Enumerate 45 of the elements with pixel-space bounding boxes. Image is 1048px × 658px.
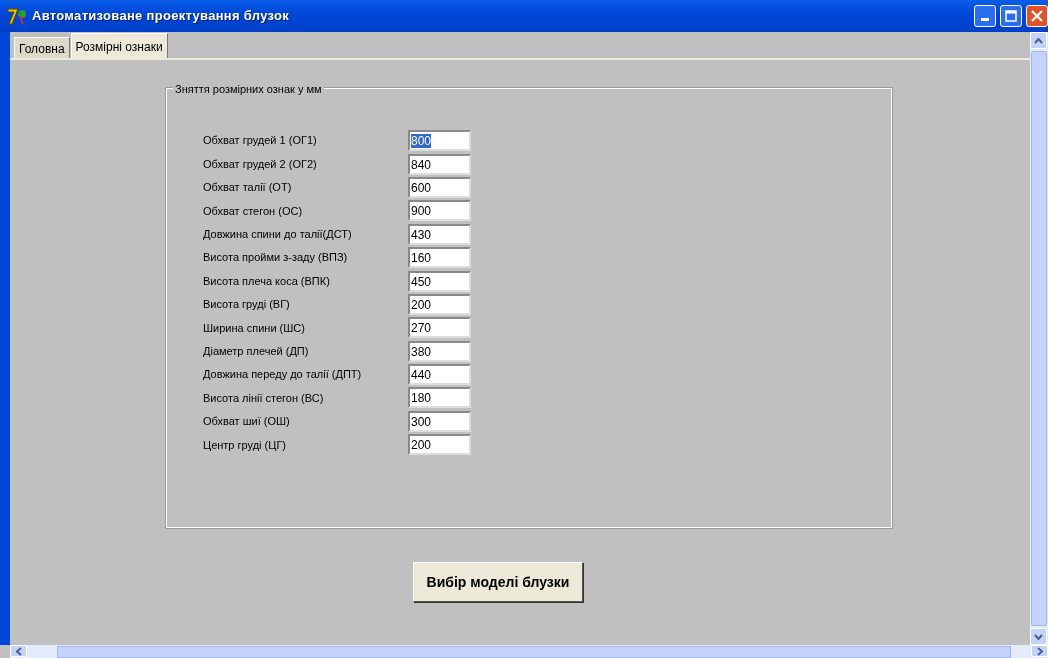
- field-label: Довжина спини до талії(ДСТ): [203, 227, 353, 242]
- tab[interactable]: Головна: [14, 37, 70, 58]
- close-icon: [1031, 10, 1043, 22]
- choose-model-button[interactable]: Вибір моделі блузки: [413, 562, 583, 602]
- field-label: Обхват шиї (ОШ): [203, 414, 291, 430]
- input-field[interactable]: 900: [408, 200, 471, 222]
- input-field[interactable]: 800: [408, 130, 471, 152]
- input-field[interactable]: 270: [408, 317, 471, 339]
- scroll-right-icon[interactable]: [1031, 645, 1048, 657]
- field-label: Центр груді (ЦГ): [203, 437, 288, 453]
- tab[interactable]: Розмірні ознаки: [70, 33, 168, 58]
- field-label: Обхват стегон (ОС): [203, 203, 304, 219]
- scroll-left-icon[interactable]: [10, 645, 27, 657]
- input-field[interactable]: 600: [408, 176, 471, 198]
- input-field[interactable]: 450: [408, 270, 471, 292]
- scroll-up-icon[interactable]: [1030, 32, 1047, 49]
- field-label: Висота лінії стегон (ВС): [203, 390, 325, 406]
- minimize-icon: [981, 18, 989, 21]
- input-field[interactable]: 430: [408, 223, 471, 245]
- field-label: Висота плеча коса (ВПК): [203, 273, 331, 289]
- input-field[interactable]: 200: [408, 434, 471, 456]
- input-field[interactable]: 440: [408, 364, 471, 386]
- vertical-scrollbar[interactable]: [1030, 32, 1048, 645]
- input-field[interactable]: 200: [408, 293, 471, 315]
- scroll-down-icon[interactable]: [1030, 628, 1047, 645]
- maximize-button[interactable]: [1000, 5, 1022, 27]
- input-field[interactable]: 300: [408, 410, 471, 432]
- field-label: Обхват талії (ОТ): [203, 180, 293, 196]
- field-label: Довжина переду до талії (ДПТ): [203, 367, 363, 383]
- close-button[interactable]: [1026, 5, 1048, 27]
- field-label: Ширина спини (ШС): [203, 320, 306, 336]
- input-field[interactable]: 840: [408, 153, 471, 175]
- window-title: Автоматизоване проектування блузок: [32, 7, 290, 26]
- horizontal-scrollbar[interactable]: [10, 645, 1048, 658]
- field-label: Діаметр плечей (ДП): [203, 343, 310, 359]
- input-field[interactable]: 180: [408, 387, 471, 409]
- field-label: Обхват грудей 1 (ОГ1): [203, 133, 318, 149]
- maximize-icon: [1005, 10, 1017, 22]
- input-field[interactable]: 160: [408, 247, 471, 269]
- field-label: Обхват грудей 2 (ОГ2): [203, 156, 318, 172]
- field-label: Висота пройми з-заду (ВПЗ): [203, 250, 349, 266]
- input-field[interactable]: 380: [408, 340, 471, 362]
- field-label: Висота груді (ВГ): [203, 297, 291, 313]
- app-logo-icon: [6, 6, 28, 26]
- minimize-button[interactable]: [974, 5, 996, 27]
